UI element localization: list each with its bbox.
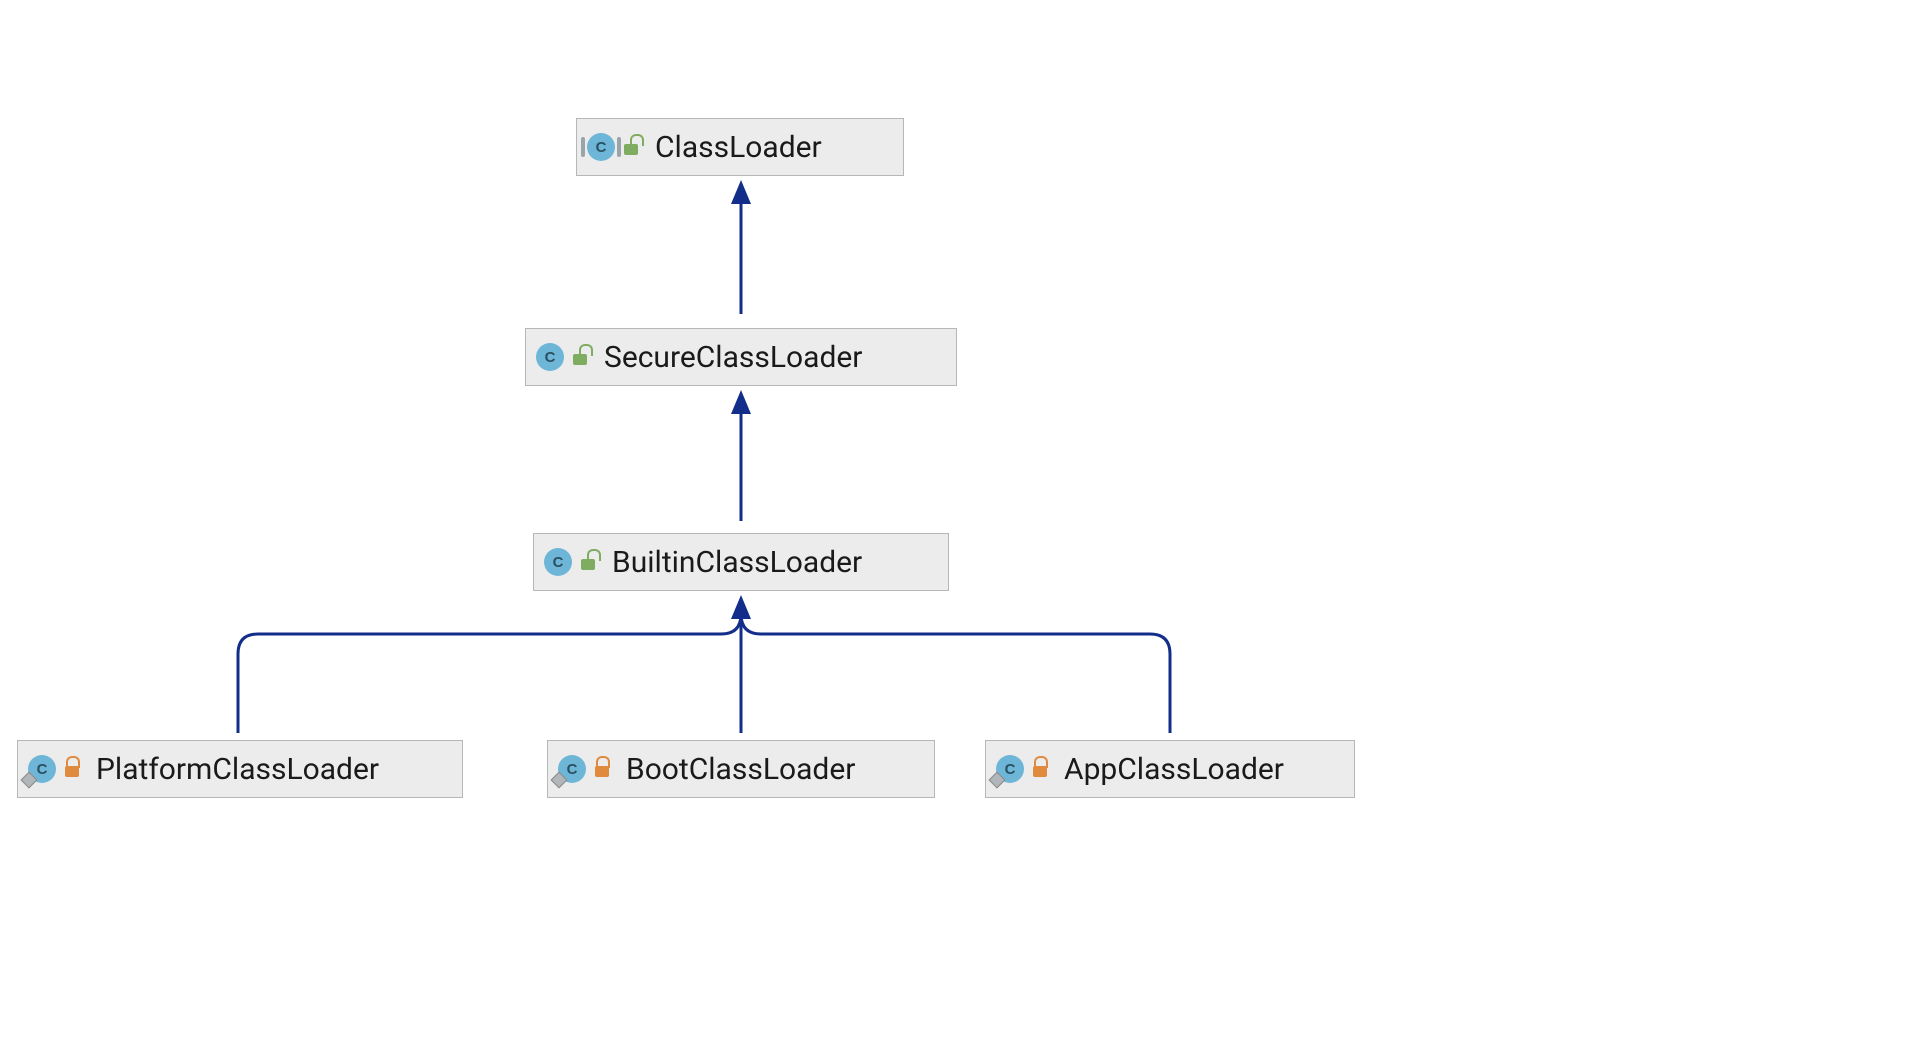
node-secureclassloader[interactable]: C SecureClassLoader [525, 328, 957, 386]
lock-closed-icon [64, 760, 82, 778]
lock-closed-icon [594, 760, 612, 778]
node-icons: C [544, 548, 598, 576]
class-icon: C [536, 343, 564, 371]
node-label: SecureClassLoader [604, 340, 862, 375]
diagram-canvas: C ClassLoader C SecureClassLoader C [0, 0, 1924, 1062]
node-classloader[interactable]: C ClassLoader [576, 118, 904, 176]
node-bootclassloader[interactable]: C BootClassLoader [547, 740, 935, 798]
class-inner-icon: C [558, 755, 586, 783]
node-label: ClassLoader [655, 130, 822, 165]
arrow-layer [0, 0, 1924, 1062]
node-label: BootClassLoader [626, 752, 855, 787]
lock-open-icon [580, 553, 598, 571]
lock-closed-icon [1032, 760, 1050, 778]
lock-open-icon [623, 138, 641, 156]
node-label: PlatformClassLoader [96, 752, 379, 787]
node-builtinclassloader[interactable]: C BuiltinClassLoader [533, 533, 949, 591]
node-icons: C [996, 755, 1050, 783]
node-icons: C [536, 343, 590, 371]
node-appclassloader[interactable]: C AppClassLoader [985, 740, 1355, 798]
lock-open-icon [572, 348, 590, 366]
node-label: AppClassLoader [1064, 752, 1284, 787]
node-platformclassloader[interactable]: C PlatformClassLoader [17, 740, 463, 798]
class-inner-icon: C [996, 755, 1024, 783]
node-icons: C [28, 755, 82, 783]
node-label: BuiltinClassLoader [612, 545, 862, 580]
node-icons: C [587, 133, 641, 161]
class-abstract-icon: C [587, 133, 615, 161]
class-icon: C [544, 548, 572, 576]
node-icons: C [558, 755, 612, 783]
class-inner-icon: C [28, 755, 56, 783]
